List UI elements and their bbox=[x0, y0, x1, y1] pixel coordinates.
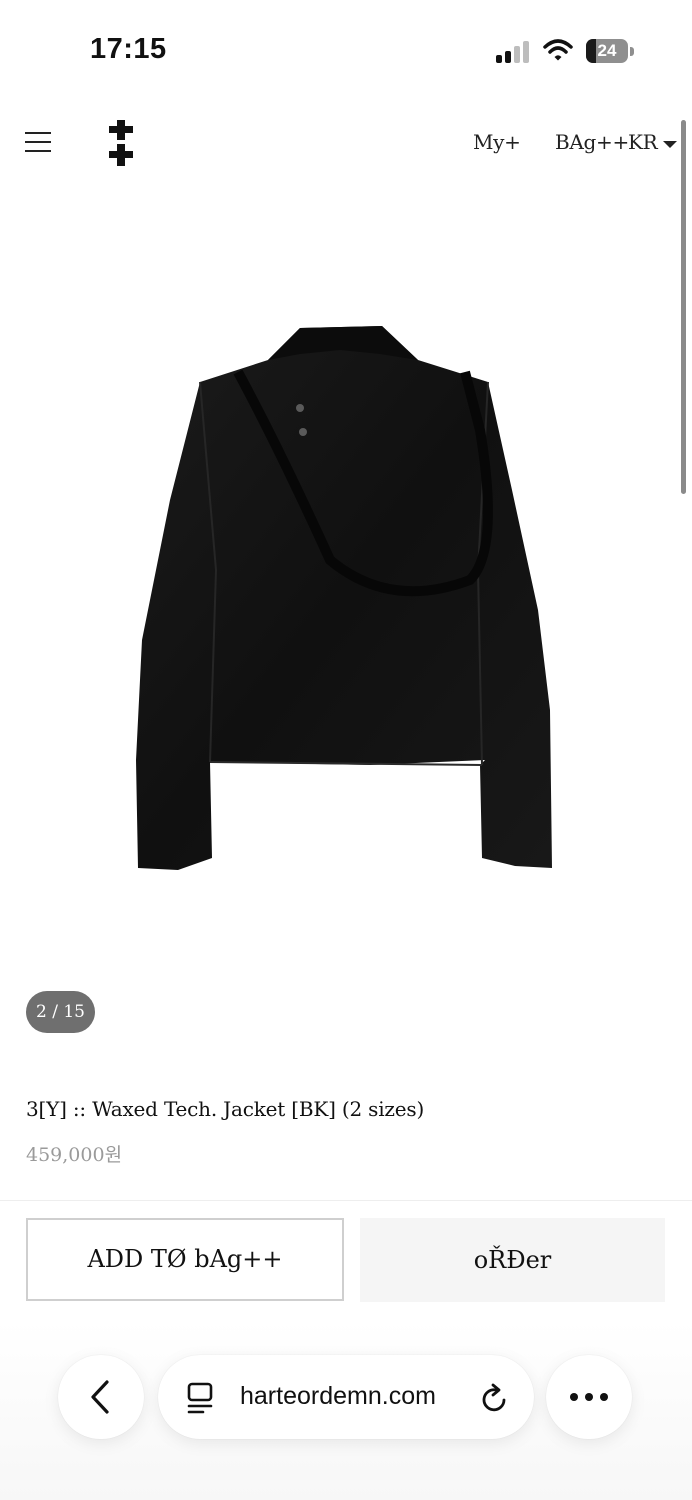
product-title: 3[Y] :: Waxed Tech. Jacket [BK] (2 sizes… bbox=[26, 1097, 425, 1121]
order-button[interactable]: oŘĐer bbox=[360, 1218, 665, 1302]
address-bar[interactable]: harteordemn.com bbox=[158, 1355, 534, 1439]
scrollbar[interactable] bbox=[681, 120, 686, 494]
reload-icon[interactable] bbox=[480, 1382, 510, 1414]
my-account-link[interactable]: My+ bbox=[473, 130, 521, 154]
bag-link[interactable]: BAg++ bbox=[555, 130, 629, 154]
add-to-bag-button[interactable]: ADD TØ bAg++ bbox=[26, 1218, 344, 1301]
divider bbox=[0, 1200, 692, 1201]
more-dots-icon bbox=[570, 1393, 608, 1401]
battery-tip bbox=[630, 47, 634, 56]
chevron-left-icon bbox=[91, 1380, 109, 1414]
product-price: 459,000원 bbox=[26, 1144, 123, 1166]
caret-down-icon[interactable] bbox=[663, 141, 677, 148]
page-tabs-icon[interactable] bbox=[186, 1382, 214, 1414]
image-counter-badge: 2 / 15 bbox=[26, 991, 95, 1033]
wifi-icon bbox=[543, 38, 573, 62]
battery-indicator: 24 bbox=[586, 39, 628, 63]
status-time: 17:15 bbox=[90, 33, 167, 65]
hamburger-menu-icon[interactable] bbox=[25, 130, 51, 154]
cellular-signal-icon bbox=[496, 41, 532, 63]
brand-logo-icon[interactable] bbox=[109, 120, 133, 166]
more-options-button[interactable] bbox=[546, 1355, 632, 1439]
url-text[interactable]: harteordemn.com bbox=[240, 1382, 436, 1411]
battery-percent: 24 bbox=[597, 41, 617, 60]
product-image[interactable] bbox=[120, 310, 570, 890]
language-selector[interactable]: KR bbox=[628, 130, 658, 154]
back-button[interactable] bbox=[58, 1355, 144, 1439]
